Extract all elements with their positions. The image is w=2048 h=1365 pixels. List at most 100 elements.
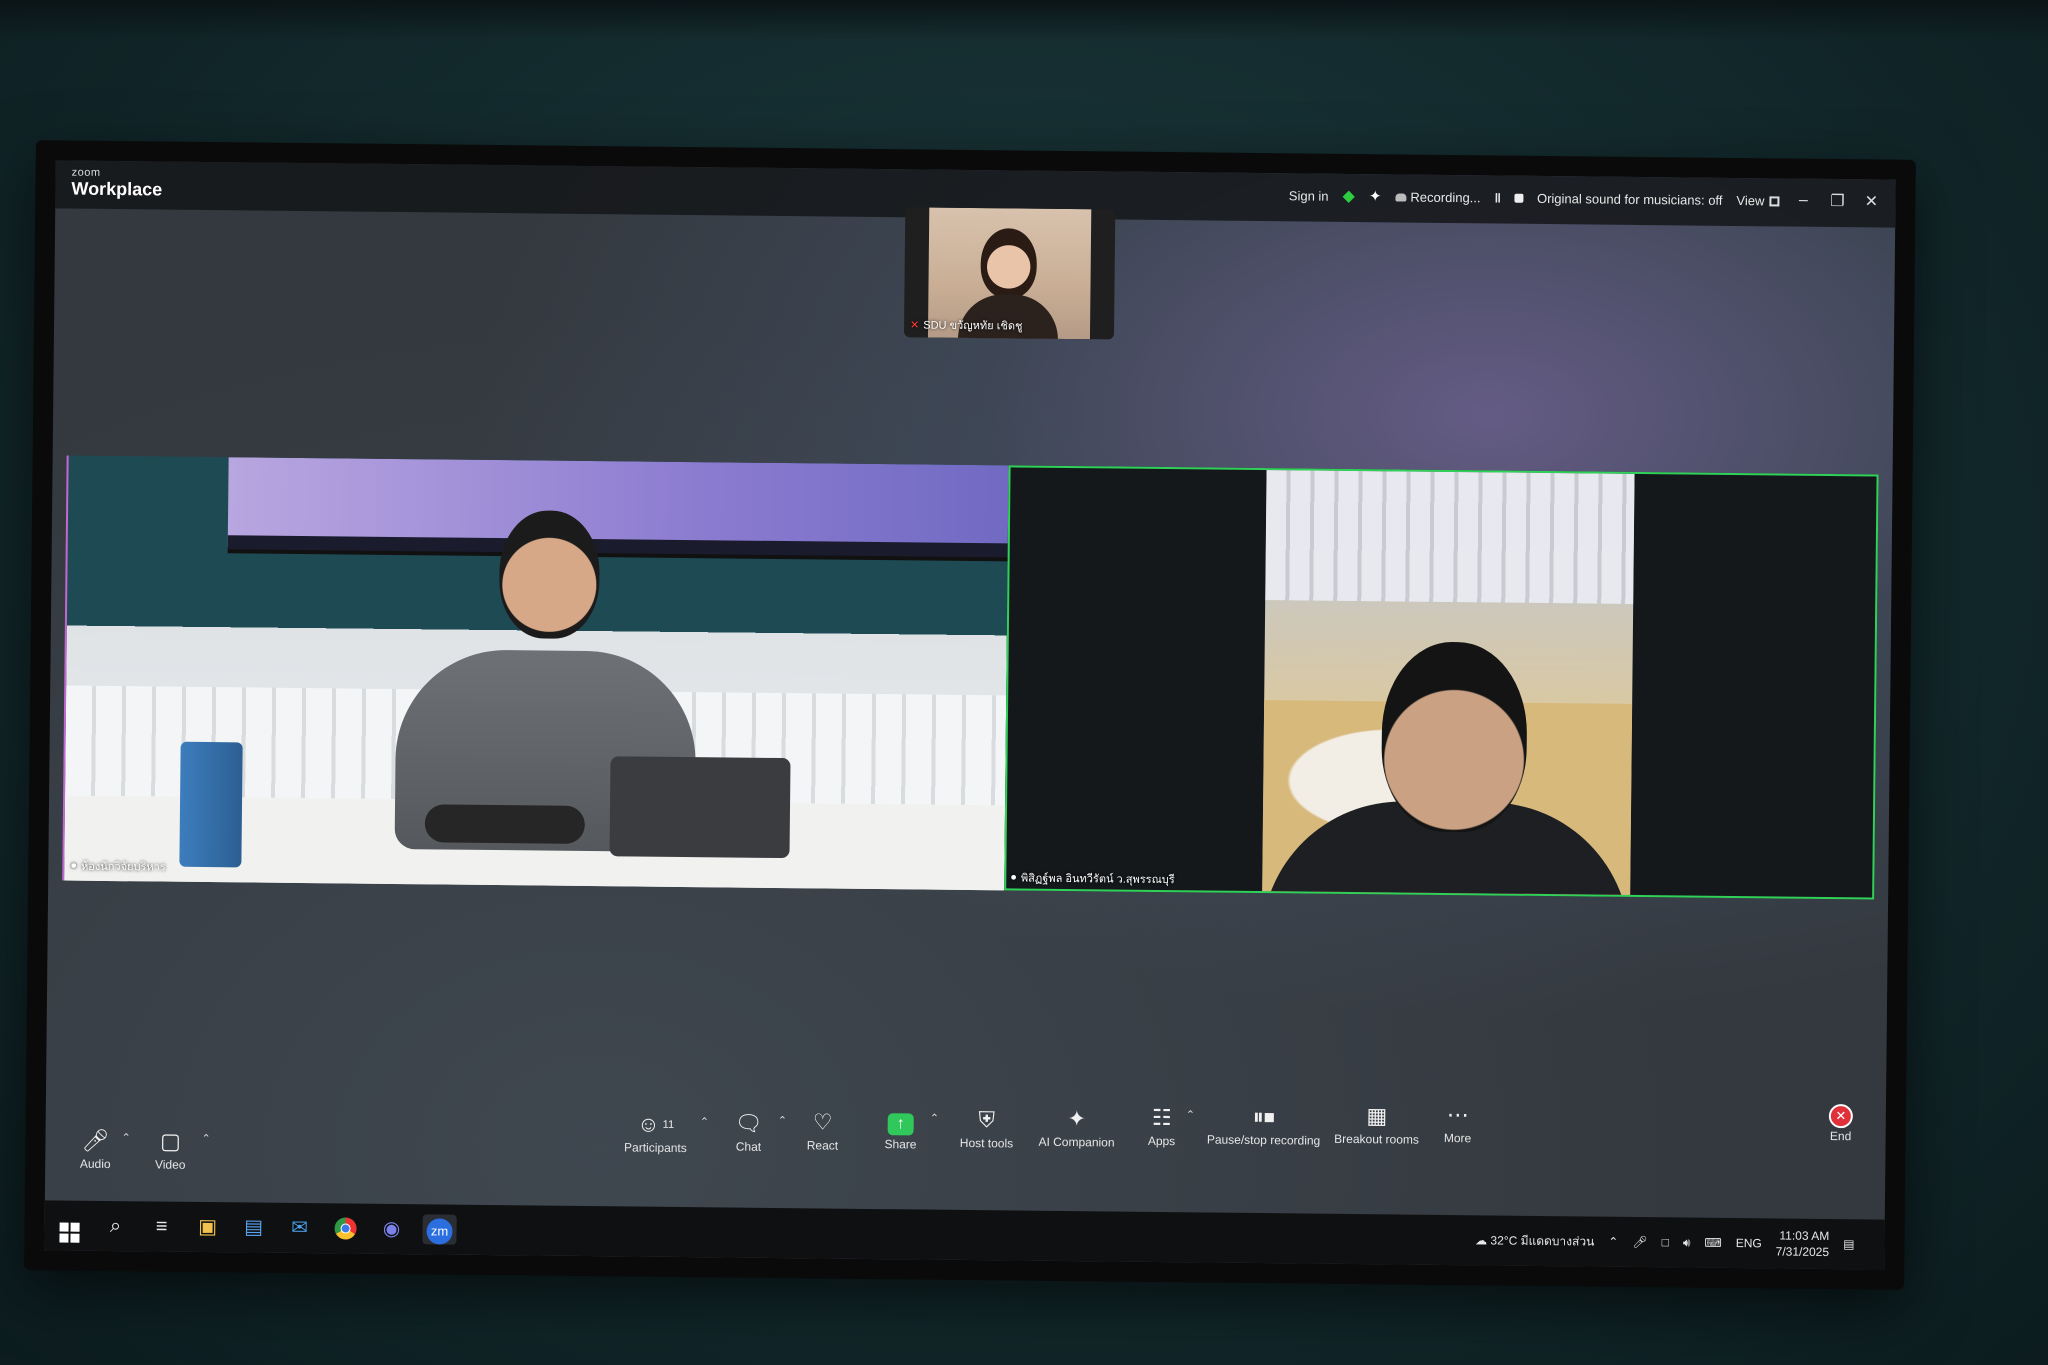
weather-widget[interactable]: ☁ 32°C มีแดดบางส่วน bbox=[1475, 1231, 1594, 1251]
participant-head bbox=[498, 510, 601, 640]
weather-icon: ☁ bbox=[1475, 1232, 1488, 1247]
share-button[interactable]: ↑ Share bbox=[875, 1107, 925, 1152]
workplace-logo: Workplace bbox=[71, 178, 163, 200]
pause-stop-recording-button[interactable]: ⏸︎⏹︎ Pause/stop recording bbox=[1203, 1102, 1323, 1148]
minimize-icon[interactable]: – bbox=[1793, 192, 1813, 210]
monitor: zoom Workplace Sign in ◆ ✦ Recording... … bbox=[24, 140, 1916, 1290]
microphone-tray-icon[interactable]: 🎤︎ bbox=[1632, 1235, 1647, 1249]
audio-options-chevron-icon[interactable]: ⌃ bbox=[121, 1131, 130, 1144]
zoom-app-icon[interactable]: zm bbox=[422, 1214, 457, 1245]
tumbler bbox=[179, 741, 243, 868]
restore-icon[interactable]: ❐ bbox=[1827, 191, 1847, 211]
more-button[interactable]: ⋯ More bbox=[1436, 1101, 1480, 1145]
participant-video-left[interactable]: ● ห้องนักวิจัยบริหาร bbox=[62, 455, 1009, 891]
right-video-feed bbox=[1262, 470, 1635, 895]
mail-icon[interactable]: ✉ bbox=[282, 1213, 316, 1243]
video-label: Video bbox=[154, 1157, 186, 1172]
volume-icon[interactable]: 🔊︎ bbox=[1683, 1235, 1691, 1250]
network-icon[interactable]: □ bbox=[1662, 1235, 1669, 1249]
host-tools-button[interactable]: ⛨ Host tools bbox=[951, 1106, 1021, 1151]
video-camera-icon: ▢ bbox=[159, 1128, 182, 1154]
chat-button[interactable]: 🗨︎ Chat bbox=[725, 1109, 771, 1154]
breakout-rooms-button[interactable]: ▦ Breakout rooms bbox=[1332, 1102, 1422, 1147]
participant-head bbox=[980, 228, 1038, 299]
ai-companion-sparkle-icon[interactable]: ✦ bbox=[1369, 187, 1382, 205]
apps-options-chevron-icon[interactable]: ⌃ bbox=[1186, 1108, 1195, 1121]
clock[interactable]: 11:03 AM 7/31/2025 bbox=[1776, 1227, 1830, 1260]
view-grid-icon bbox=[1769, 196, 1780, 207]
task-view-icon[interactable]: ≡ bbox=[144, 1211, 178, 1241]
chrome-icon[interactable] bbox=[328, 1213, 362, 1243]
breakout-rooms-label: Breakout rooms bbox=[1334, 1131, 1419, 1147]
search-icon[interactable]: ⌕ bbox=[98, 1211, 132, 1241]
more-label: More bbox=[1443, 1130, 1472, 1146]
notifications-icon[interactable]: ▤ bbox=[1843, 1237, 1854, 1251]
participants-icon: ☺ 11 bbox=[637, 1111, 675, 1137]
windows-logo-icon bbox=[59, 1222, 80, 1243]
video-options-chevron-icon[interactable]: ⌃ bbox=[201, 1132, 210, 1145]
system-tray: ☁ 32°C มีแดดบางส่วน ⌃ 🎤︎ □ 🔊︎ ⌨ ENG 11:0… bbox=[1475, 1215, 1855, 1269]
host-tools-label: Host tools bbox=[959, 1135, 1014, 1151]
mic-muted-icon: ✕ bbox=[910, 318, 920, 331]
chrome-logo bbox=[334, 1217, 357, 1240]
share-label: Share bbox=[884, 1137, 917, 1152]
end-label: End bbox=[1829, 1129, 1852, 1144]
participant-thumbnail[interactable]: ✕ SDU ขวัญหทัย เชิดชู bbox=[903, 207, 1116, 340]
react-button[interactable]: ♡ React bbox=[797, 1108, 847, 1153]
ai-companion-button[interactable]: ✦ AI Companion bbox=[1031, 1105, 1121, 1150]
zoom-window: zoom Workplace Sign in ◆ ✦ Recording... … bbox=[44, 160, 1896, 1270]
audio-label: Audio bbox=[79, 1156, 111, 1172]
participants-options-chevron-icon[interactable]: ⌃ bbox=[700, 1115, 709, 1128]
start-button[interactable] bbox=[52, 1210, 86, 1243]
ai-companion-label: AI Companion bbox=[1038, 1134, 1115, 1150]
store-icon[interactable]: ▤ bbox=[236, 1212, 270, 1242]
share-options-chevron-icon[interactable]: ⌃ bbox=[930, 1112, 939, 1125]
chat-options-chevron-icon[interactable]: ⌃ bbox=[778, 1114, 787, 1127]
sign-in-link[interactable]: Sign in bbox=[1289, 188, 1329, 203]
host-tools-shield-icon: ⛨ bbox=[978, 1107, 996, 1133]
speaker-head bbox=[1380, 641, 1528, 833]
pause-stop-icon: ⏸︎⏹︎ bbox=[1252, 1103, 1275, 1130]
view-button[interactable]: View bbox=[1736, 192, 1780, 208]
recording-label: Recording... bbox=[1410, 189, 1481, 205]
more-ellipsis-icon: ⋯ bbox=[1446, 1102, 1469, 1128]
heart-icon: ♡ bbox=[812, 1109, 833, 1135]
mic-icon: ● bbox=[70, 859, 78, 872]
cloud-icon bbox=[1395, 192, 1407, 202]
left-participant-name: ห้องนักวิจัยบริหาร bbox=[80, 860, 166, 874]
right-name-label: ● พิสิฏฐ์พล อินทวีรัตน์ ว.สุพรรณบุรี bbox=[1010, 868, 1175, 888]
apps-button[interactable]: ☷ Apps bbox=[1141, 1104, 1181, 1148]
file-explorer-icon[interactable]: ▣ bbox=[190, 1212, 224, 1242]
share-screen-icon: ↑ bbox=[887, 1113, 914, 1136]
original-sound-status[interactable]: Original sound for musicians: off bbox=[1537, 190, 1723, 207]
zoom-logo: zm bbox=[426, 1218, 453, 1245]
microphone-icon: 🎤︎ bbox=[81, 1127, 110, 1154]
room-ceiling bbox=[0, 0, 2048, 40]
pause-stop-recording-label: Pause/stop recording bbox=[1206, 1132, 1321, 1148]
recording-status: Recording... bbox=[1395, 189, 1481, 205]
chat-bubble-icon: 🗨︎ bbox=[734, 1110, 763, 1136]
keyboard-icon[interactable]: ⌨ bbox=[1704, 1236, 1721, 1250]
encryption-shield-icon[interactable]: ◆ bbox=[1342, 186, 1355, 206]
show-hidden-icons-chevron-icon[interactable]: ⌃ bbox=[1608, 1235, 1618, 1249]
end-x-icon: ✕ bbox=[1828, 1104, 1853, 1129]
stop-recording-icon[interactable] bbox=[1513, 193, 1524, 203]
react-label: React bbox=[806, 1138, 839, 1153]
clock-time: 11:03 AM bbox=[1779, 1228, 1830, 1244]
close-icon[interactable]: ✕ bbox=[1861, 191, 1881, 211]
video-button[interactable]: ▢ Video bbox=[145, 1127, 195, 1172]
title-bar-controls: Sign in ◆ ✦ Recording... ‖ Original soun… bbox=[1289, 185, 1882, 211]
participants-button[interactable]: ☺ 11 Participants bbox=[615, 1110, 695, 1156]
left-name-label: ● ห้องนักวิจัยบริหาร bbox=[70, 857, 166, 876]
thumbnail-name-label: ✕ SDU ขวัญหทัย เชิดชู bbox=[910, 315, 1023, 334]
participant-video-right-active-speaker[interactable]: ● พิสิฏฐ์พล อินทวีรัตน์ ว.สุพรรณบุรี bbox=[1004, 465, 1879, 900]
thumbnail-name: SDU ขวัญหทัย เชิดชู bbox=[923, 319, 1023, 333]
right-participant-name: พิสิฏฐ์พล อินทวีรัตน์ ว.สุพรรณบุรี bbox=[1020, 872, 1175, 887]
chat-label: Chat bbox=[735, 1139, 762, 1154]
hall-ceiling bbox=[1265, 470, 1635, 604]
teams-icon[interactable]: ◉ bbox=[374, 1214, 408, 1244]
language-indicator[interactable]: ENG bbox=[1736, 1236, 1762, 1250]
end-meeting-button[interactable]: ✕ End bbox=[1821, 1099, 1861, 1143]
pause-recording-icon[interactable]: ‖ bbox=[1494, 190, 1500, 205]
audio-button[interactable]: 🎤︎ Audio bbox=[75, 1127, 115, 1171]
